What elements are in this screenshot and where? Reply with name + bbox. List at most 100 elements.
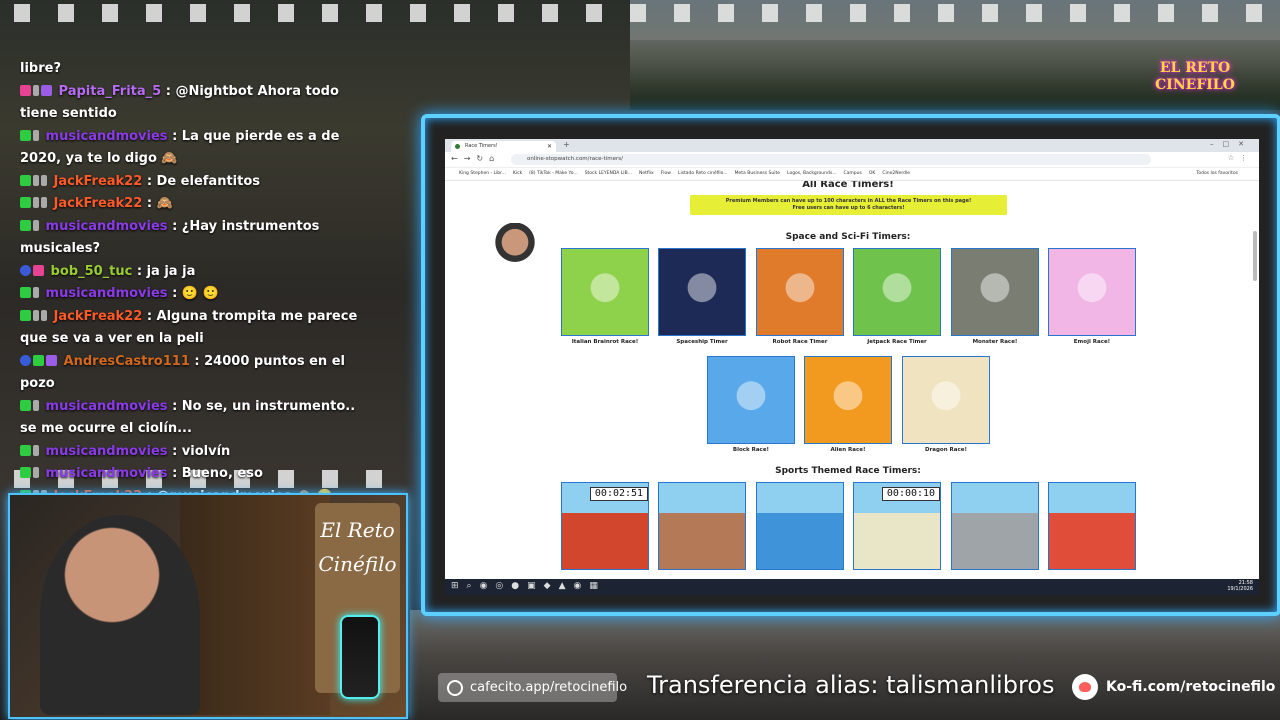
chat-message: musicandmovies : No se, un instrumento..…	[20, 396, 370, 441]
navigation-icons[interactable]: ←→↻⌂	[451, 154, 500, 163]
blue-badge-icon	[20, 264, 31, 276]
cafecito-link: cafecito.app/retocinefilo	[438, 673, 627, 702]
pink-badge-icon	[20, 84, 31, 96]
toolbar-icons[interactable]: ☆⋮	[1228, 154, 1253, 162]
section-sports-title: Sports Themed Race Timers:	[775, 466, 921, 476]
logo-line1: EL RETO	[1159, 60, 1231, 76]
kofi-text: Ko-fi.com/retocinefilo	[1106, 679, 1276, 695]
premium-banner: Premium Members can have up to 100 chara…	[690, 195, 1007, 215]
clock-date: 19/1/2026	[1227, 586, 1253, 592]
cafecito-text: cafecito.app/retocinefilo	[470, 680, 628, 695]
bookmark-item[interactable]: Logos, Backgrounds...	[787, 171, 836, 176]
window-controls-icon[interactable]: –□✕	[1210, 140, 1253, 148]
bookmark-all-favorites[interactable]: Todos los favoritos	[1196, 168, 1238, 180]
race-timer-tile[interactable]	[658, 248, 746, 336]
green-badge-icon	[20, 287, 31, 298]
race-timer-tile[interactable]	[1048, 248, 1136, 336]
chat-message: musicandmovies : Bueno, eso	[20, 463, 370, 486]
gray-badge-icon	[33, 174, 39, 186]
sports-timer-tile[interactable]	[658, 482, 746, 570]
tab-race-timers[interactable]: Race Timers! ✕	[451, 141, 556, 152]
chat-username[interactable]: musicandmovies	[46, 466, 168, 481]
race-timer-label[interactable]: Dragon Race!	[896, 447, 996, 453]
bookmark-item[interactable]: King Stephen - Libr...	[459, 171, 506, 176]
chat-username[interactable]: JackFreak22	[54, 309, 143, 324]
webcam-streamer	[40, 515, 200, 715]
bookmark-item[interactable]: Campus	[844, 171, 862, 176]
bookmark-item[interactable]: Kick	[513, 171, 522, 176]
bookmark-item[interactable]: Meta Business Suite	[735, 171, 780, 176]
sports-timer-tile[interactable]	[1048, 482, 1136, 570]
chat-username[interactable]: JackFreak22	[54, 174, 143, 189]
sign-line2: Cinéfilo	[318, 552, 397, 576]
sports-timer-tile[interactable]	[951, 482, 1039, 570]
background-scene	[410, 610, 1280, 720]
gray-badge-icon	[33, 219, 39, 231]
gray-badge-icon	[41, 197, 47, 208]
chat-username[interactable]: musicandmovies	[46, 444, 168, 459]
race-timer-tile[interactable]	[756, 248, 844, 336]
bookmark-item[interactable]: Flow	[661, 171, 671, 176]
kofi-icon	[1072, 674, 1098, 700]
race-timer-label[interactable]: Spaceship Timer	[652, 339, 752, 345]
taskbar-icons[interactable]: ⊞⌕◉◎●▣◆▲◉▦	[451, 581, 606, 591]
tab-bar: Race Timers! ✕ + –□✕	[445, 139, 1259, 152]
tab-favicon-icon	[455, 144, 460, 149]
chat-username[interactable]: musicandmovies	[46, 286, 168, 301]
address-bar: ←→↻⌂ online-stopwatch.com/race-timers/ ☆…	[445, 152, 1259, 168]
race-timer-tile[interactable]	[853, 248, 941, 336]
bookmark-item[interactable]: (8) TikTok - Make Yo...	[529, 171, 578, 176]
race-timer-tile[interactable]	[951, 248, 1039, 336]
chat-message: musicandmovies : La que pierde es a de 2…	[20, 126, 370, 171]
chat-username[interactable]: musicandmovies	[46, 399, 168, 414]
new-tab-icon[interactable]: +	[563, 140, 570, 149]
chat-username[interactable]: JackFreak22	[54, 196, 143, 211]
microphone	[340, 615, 380, 699]
chat-text: : Bueno, eso	[172, 466, 263, 481]
chat-username[interactable]: musicandmovies	[46, 129, 168, 144]
bookmark-item[interactable]: Listado Reto cinéfilo...	[678, 171, 728, 176]
race-timer-label[interactable]: Jetpack Race Timer	[847, 339, 947, 345]
race-timer-label[interactable]: Robot Race Timer	[750, 339, 850, 345]
chat-message: JackFreak22 : De elefantitos	[20, 171, 370, 194]
chat-message: AndresCastro111 : 24000 puntos en el poz…	[20, 351, 370, 396]
transfer-alias: Transferencia alias: talismanlibros	[647, 671, 1055, 699]
race-timer-label[interactable]: Block Race!	[701, 447, 801, 453]
webcam-shelf	[180, 495, 330, 715]
chat-message: Papita_Frita_5 : @Nightbot Ahora todo ti…	[20, 81, 370, 126]
race-timer-label[interactable]: Emoji Race!	[1042, 339, 1142, 345]
chat-username[interactable]: bob_50_tuc	[51, 264, 133, 279]
sports-timer-tile[interactable]: 00:02:51	[561, 482, 649, 570]
chat-text: : ja ja ja	[136, 263, 196, 279]
chat-message: musicandmovies : violvín	[20, 441, 370, 464]
bookmark-item[interactable]: Cine2Nerdle	[882, 171, 910, 176]
scrollbar[interactable]	[1253, 231, 1257, 281]
gray-badge-icon	[33, 467, 39, 478]
chat-username[interactable]: musicandmovies	[46, 219, 168, 234]
sports-timer-tile[interactable]: 00:00:10	[853, 482, 941, 570]
premium-line2: Free users can have up to 6 characters!	[792, 205, 905, 211]
race-timer-tile[interactable]	[902, 356, 990, 444]
gray-badge-icon	[33, 197, 39, 208]
race-timer-label[interactable]: Monster Race!	[945, 339, 1045, 345]
green-badge-icon	[20, 197, 31, 208]
bookmark-item[interactable]: Netflix	[639, 171, 654, 176]
race-timer-label[interactable]: Italian Brainrot Race!	[555, 339, 655, 345]
race-timer-tile[interactable]	[561, 248, 649, 336]
race-timer-label[interactable]: Alien Race!	[798, 447, 898, 453]
bookmark-item[interactable]: OK	[869, 171, 876, 176]
green-badge-icon	[33, 354, 44, 366]
kofi-link: Ko-fi.com/retocinefilo	[1072, 674, 1275, 700]
bookmark-item[interactable]: Stock LEYENDA LIB...	[585, 171, 632, 176]
chat-username[interactable]: AndresCastro111	[64, 354, 190, 369]
sports-timer-tile[interactable]	[756, 482, 844, 570]
race-timer-tile[interactable]	[804, 356, 892, 444]
chat-message: bob_50_tuc : ja ja ja	[20, 261, 370, 284]
url-input[interactable]: online-stopwatch.com/race-timers/	[511, 154, 1151, 165]
tab-close-icon[interactable]: ✕	[547, 141, 552, 152]
race-timer-tile[interactable]	[707, 356, 795, 444]
logo-line2: CINEFILO	[1155, 77, 1235, 93]
taskbar-clock[interactable]: 21:58 19/1/2026	[1227, 580, 1253, 592]
chat-username[interactable]: Papita_Frita_5	[59, 84, 162, 99]
green-badge-icon	[20, 174, 31, 186]
